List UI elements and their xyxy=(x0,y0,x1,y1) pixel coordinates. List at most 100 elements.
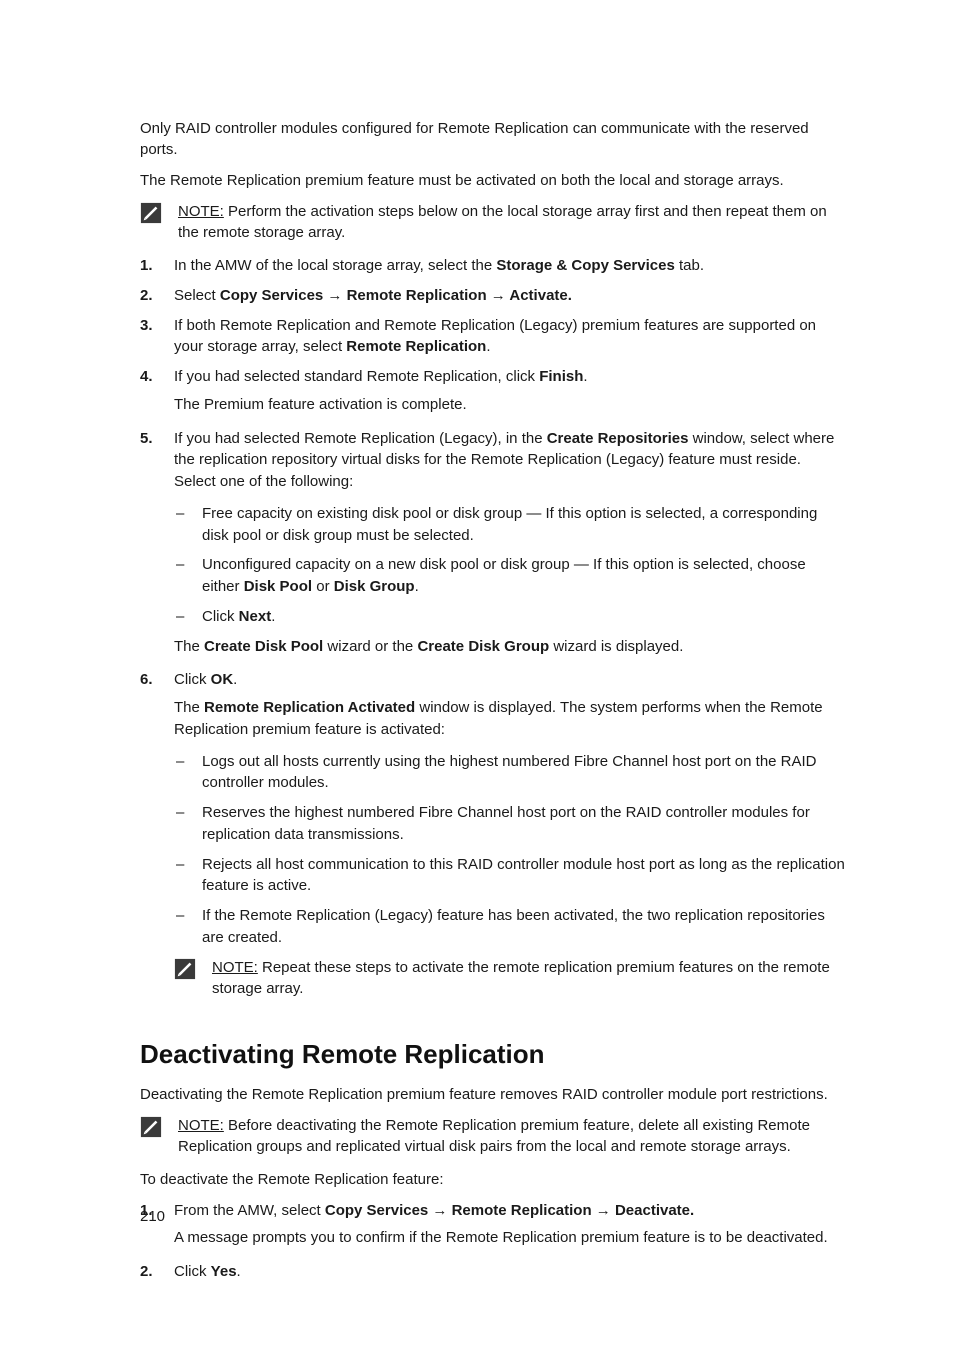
text: . xyxy=(237,1263,241,1280)
text: . xyxy=(415,578,419,595)
list-text: Logs out all hosts currently using the h… xyxy=(202,751,846,795)
list-text: Reserves the highest numbered Fibre Chan… xyxy=(202,802,846,846)
list-text: Click Next. xyxy=(202,606,846,628)
bold-text: Create Repositories xyxy=(547,430,689,447)
list-item: – Unconfigured capacity on a new disk po… xyxy=(174,554,846,598)
dash-marker: – xyxy=(174,503,202,547)
step-marker: 2. xyxy=(140,285,174,307)
text: . xyxy=(583,368,587,385)
intro-paragraph-1: Only RAID controller modules configured … xyxy=(140,118,846,160)
step-marker: 3. xyxy=(140,315,174,359)
step-marker: 6. xyxy=(140,669,174,1010)
text: Click xyxy=(174,1263,211,1280)
note-text-1: NOTE: Perform the activation steps below… xyxy=(178,201,846,243)
text: wizard is displayed. xyxy=(549,638,683,655)
step-body: Select Copy Services → Remote Replicatio… xyxy=(174,285,846,307)
bold-text: Create Disk Group xyxy=(417,638,549,655)
list-text: Unconfigured capacity on a new disk pool… xyxy=(202,554,846,598)
step-body: Click OK. The Remote Replication Activat… xyxy=(174,669,846,1010)
step-body: Click Yes. xyxy=(174,1261,846,1283)
text: In the AMW of the local storage array, s… xyxy=(174,257,496,274)
step-marker: 4. xyxy=(140,366,174,420)
note-icon xyxy=(174,958,196,980)
note-text-3: NOTE: Before deactivating the Remote Rep… xyxy=(178,1115,846,1157)
bold-text: Remote Replication Activated xyxy=(204,699,415,716)
list-item: – Click Next. xyxy=(174,606,846,628)
note-text-2: NOTE: Repeat these steps to activate the… xyxy=(212,957,846,999)
dash-marker: – xyxy=(174,751,202,795)
text: . xyxy=(233,671,237,688)
note-icon xyxy=(140,1116,162,1138)
bold-text: Disk Group xyxy=(334,578,415,595)
deact-step-2: 2. Click Yes. xyxy=(140,1261,846,1283)
list-text: If the Remote Replication (Legacy) featu… xyxy=(202,905,846,949)
bold-text: Copy Services → Remote Replication → Act… xyxy=(220,287,572,304)
note-block-3: NOTE: Before deactivating the Remote Rep… xyxy=(140,1115,846,1157)
note-body: Perform the activation steps below on th… xyxy=(178,203,827,241)
text: or xyxy=(312,578,334,595)
bold-text: Next xyxy=(239,608,272,625)
dash-marker: – xyxy=(174,802,202,846)
bold-text: Finish xyxy=(539,368,583,385)
step-4: 4. If you had selected standard Remote R… xyxy=(140,366,846,420)
step-extra: A message prompts you to confirm if the … xyxy=(174,1227,846,1249)
step-2: 2. Select Copy Services → Remote Replica… xyxy=(140,285,846,307)
text: wizard or the xyxy=(323,638,417,655)
note-block-1: NOTE: Perform the activation steps below… xyxy=(140,201,846,243)
text: Click xyxy=(202,608,239,625)
list-text: Rejects all host communication to this R… xyxy=(202,854,846,898)
bold-text: Remote Replication xyxy=(346,338,486,355)
step-body: If you had selected Remote Replication (… xyxy=(174,428,846,662)
dash-marker: – xyxy=(174,606,202,628)
note-body: Before deactivating the Remote Replicati… xyxy=(178,1117,810,1155)
list-item: – Free capacity on existing disk pool or… xyxy=(174,503,846,547)
bold-text: Yes xyxy=(211,1263,237,1280)
deactivate-paragraph-2: To deactivate the Remote Replication fea… xyxy=(140,1169,846,1190)
step-6-sublist: – Logs out all hosts currently using the… xyxy=(174,751,846,949)
note-label: NOTE: xyxy=(178,203,224,220)
text: From the AMW, select xyxy=(174,1202,325,1219)
intro-paragraph-2: The Remote Replication premium feature m… xyxy=(140,170,846,191)
bold-text: Storage & Copy Services xyxy=(496,257,674,274)
text: If both Remote Replication and Remote Re… xyxy=(174,317,816,356)
text: Click xyxy=(174,671,211,688)
step-body: If you had selected standard Remote Repl… xyxy=(174,366,846,420)
bold-text: Copy Services → Remote Replication → Dea… xyxy=(325,1202,694,1219)
step-1: 1. In the AMW of the local storage array… xyxy=(140,255,846,277)
page-number: 210 xyxy=(140,1208,165,1225)
dash-marker: – xyxy=(174,854,202,898)
note-icon xyxy=(140,202,162,224)
text: tab. xyxy=(675,257,704,274)
text: The xyxy=(174,699,204,716)
step-3: 3. If both Remote Replication and Remote… xyxy=(140,315,846,359)
step-body: If both Remote Replication and Remote Re… xyxy=(174,315,846,359)
step-5: 5. If you had selected Remote Replicatio… xyxy=(140,428,846,662)
deact-step-1: 1. From the AMW, select Copy Services → … xyxy=(140,1200,846,1254)
text: If you had selected standard Remote Repl… xyxy=(174,368,539,385)
note-label: NOTE: xyxy=(212,959,258,976)
bold-text: Create Disk Pool xyxy=(204,638,323,655)
list-item: – Reserves the highest numbered Fibre Ch… xyxy=(174,802,846,846)
text: The xyxy=(174,638,204,655)
deactivate-paragraph-1: Deactivating the Remote Replication prem… xyxy=(140,1084,846,1105)
note-block-2: NOTE: Repeat these steps to activate the… xyxy=(174,957,846,999)
section-heading-deactivating: Deactivating Remote Replication xyxy=(140,1039,846,1070)
activation-steps: 1. In the AMW of the local storage array… xyxy=(140,255,846,1011)
deactivation-steps: 1. From the AMW, select Copy Services → … xyxy=(140,1200,846,1283)
note-label: NOTE: xyxy=(178,1117,224,1134)
step-marker: 1. xyxy=(140,255,174,277)
step-6: 6. Click OK. The Remote Replication Acti… xyxy=(140,669,846,1010)
note-body: Repeat these steps to activate the remot… xyxy=(212,959,830,997)
step-marker: 5. xyxy=(140,428,174,662)
step-marker: 2. xyxy=(140,1261,174,1283)
step-5-sublist: – Free capacity on existing disk pool or… xyxy=(174,503,846,628)
bold-text: Disk Pool xyxy=(244,578,312,595)
list-item: – Rejects all host communication to this… xyxy=(174,854,846,898)
text: . xyxy=(486,338,490,355)
step-extra: The Premium feature activation is comple… xyxy=(174,394,846,416)
step-6-extra: The Remote Replication Activated window … xyxy=(174,697,846,741)
dash-marker: – xyxy=(174,905,202,949)
list-item: – Logs out all hosts currently using the… xyxy=(174,751,846,795)
list-item: – If the Remote Replication (Legacy) fea… xyxy=(174,905,846,949)
text: . xyxy=(271,608,275,625)
